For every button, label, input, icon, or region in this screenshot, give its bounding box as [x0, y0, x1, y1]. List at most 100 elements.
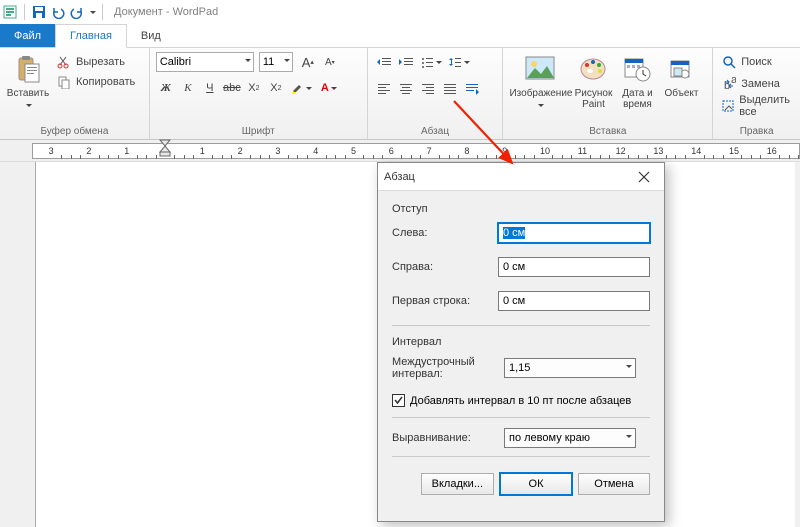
cut-icon: [56, 54, 72, 70]
underline-button[interactable]: Ч: [200, 78, 220, 98]
font-color-button[interactable]: A: [316, 78, 342, 98]
cancel-button[interactable]: Отмена: [578, 473, 650, 495]
highlight-button[interactable]: [288, 78, 314, 98]
ribbon-tabs: Файл Главная Вид: [0, 24, 800, 48]
separator: [392, 325, 650, 326]
chevron-down-icon: [245, 59, 251, 62]
save-icon[interactable]: [31, 4, 47, 20]
tab-file[interactable]: Файл: [0, 24, 55, 47]
align-right-button[interactable]: [418, 78, 438, 98]
label: Изображение: [509, 88, 571, 99]
label: Объект: [659, 88, 703, 99]
find-button[interactable]: Поиск: [719, 52, 773, 72]
line-spacing-button[interactable]: [446, 52, 472, 72]
copy-icon: [56, 74, 72, 90]
group-label: Буфер обмена: [6, 124, 143, 137]
insert-datetime-button[interactable]: Дата и время: [615, 52, 659, 110]
replace-icon: ab: [721, 76, 737, 92]
bold-button[interactable]: Ж: [156, 78, 176, 98]
wordpad-icon: [2, 4, 18, 20]
font-size-input[interactable]: [259, 52, 293, 72]
chevron-down-icon: [284, 59, 290, 62]
decrease-indent-button[interactable]: [374, 52, 394, 72]
paragraph-dialog: Абзац Отступ Слева: Справа: Первая строк…: [377, 162, 665, 522]
label: Вкладки...: [432, 478, 483, 490]
ribbon: Вставить Вырезать Копировать Буфер обмен…: [0, 48, 800, 140]
right-indent-input[interactable]: [498, 257, 650, 277]
strike-button[interactable]: abc: [222, 78, 242, 98]
chevron-down-icon: [626, 435, 632, 438]
chevron-down-icon: [26, 104, 32, 107]
tab-view[interactable]: Вид: [127, 24, 175, 47]
close-button[interactable]: [630, 166, 658, 188]
grow-font-button[interactable]: A▴: [298, 52, 318, 72]
bullets-button[interactable]: [418, 52, 444, 72]
cut-label: Вырезать: [76, 56, 125, 68]
alignment-select[interactable]: по левому краю: [504, 428, 636, 448]
add-space-checkbox[interactable]: Добавлять интервал в 10 пт после абзацев: [392, 394, 650, 407]
label: Выделить все: [739, 94, 792, 118]
image-icon: [524, 52, 556, 86]
group-font: A▴ A▾ Ж К Ч abc X2 X2 A Шрифт: [150, 48, 368, 139]
paragraph-dialog-button[interactable]: [462, 78, 482, 98]
paste-icon: [12, 52, 44, 86]
chevron-down-icon: [626, 365, 632, 368]
align-center-button[interactable]: [396, 78, 416, 98]
superscript-button[interactable]: X2: [266, 78, 286, 98]
copy-label: Копировать: [76, 76, 135, 88]
svg-text:b: b: [724, 80, 730, 91]
label: Поиск: [741, 56, 771, 68]
tabs-button[interactable]: Вкладки...: [421, 473, 494, 495]
ok-button[interactable]: ОК: [500, 473, 572, 495]
label: Замена: [741, 78, 780, 90]
separator: [102, 4, 103, 20]
font-size-combo[interactable]: [259, 52, 293, 72]
shrink-font-button[interactable]: A▾: [320, 52, 340, 72]
group-label: Шрифт: [156, 124, 361, 137]
tab-home[interactable]: Главная: [55, 24, 127, 48]
insert-object-button[interactable]: Объект: [659, 52, 703, 99]
first-line-input[interactable]: [498, 291, 650, 311]
copy-button[interactable]: Копировать: [54, 72, 137, 92]
selectall-icon: [721, 98, 735, 114]
svg-text:a: a: [731, 77, 736, 86]
insert-paint-button[interactable]: Рисунок Paint: [571, 52, 615, 110]
label: Отмена: [594, 478, 633, 490]
datetime-icon: [621, 52, 653, 86]
font-name-input[interactable]: [156, 52, 254, 72]
selectall-button[interactable]: Выделить все: [719, 96, 794, 116]
indent-marker-icon[interactable]: [158, 138, 172, 160]
label: ОК: [529, 478, 544, 490]
cut-button[interactable]: Вырезать: [54, 52, 137, 72]
group-insert: Изображение Рисунок Paint Дата и время О…: [503, 48, 713, 139]
add-space-label: Добавлять интервал в 10 пт после абзацев: [410, 395, 631, 407]
label: Дата и время: [615, 88, 659, 110]
spacing-group-label: Интервал: [392, 336, 650, 348]
group-paragraph: Абзац: [368, 48, 504, 139]
alignment-label: Выравнивание:: [392, 432, 504, 444]
quick-access-toolbar: [2, 4, 106, 20]
align-left-button[interactable]: [374, 78, 394, 98]
qat-dropdown-icon[interactable]: [90, 11, 96, 14]
ruler[interactable]: 32112345678910111213141516: [0, 140, 800, 162]
subscript-button[interactable]: X2: [244, 78, 264, 98]
paste-button[interactable]: Вставить: [6, 52, 50, 111]
left-indent-input[interactable]: [498, 223, 650, 243]
italic-button[interactable]: К: [178, 78, 198, 98]
font-name-combo[interactable]: [156, 52, 254, 72]
group-clipboard: Вставить Вырезать Копировать Буфер обмен…: [0, 48, 150, 139]
undo-icon[interactable]: [50, 4, 66, 20]
increase-indent-button[interactable]: [396, 52, 416, 72]
group-label: Абзац: [374, 124, 497, 137]
line-spacing-select[interactable]: 1,15: [504, 358, 636, 378]
insert-image-button[interactable]: Изображение: [509, 52, 571, 111]
close-icon: [638, 171, 650, 183]
label: Рисунок Paint: [571, 88, 615, 110]
replace-button[interactable]: ab Замена: [719, 74, 782, 94]
dialog-titlebar[interactable]: Абзац: [378, 163, 664, 191]
redo-icon[interactable]: [69, 4, 85, 20]
checkbox-icon: [392, 394, 405, 407]
separator: [392, 456, 650, 457]
align-justify-button[interactable]: [440, 78, 460, 98]
title-bar: Документ - WordPad: [0, 0, 800, 24]
